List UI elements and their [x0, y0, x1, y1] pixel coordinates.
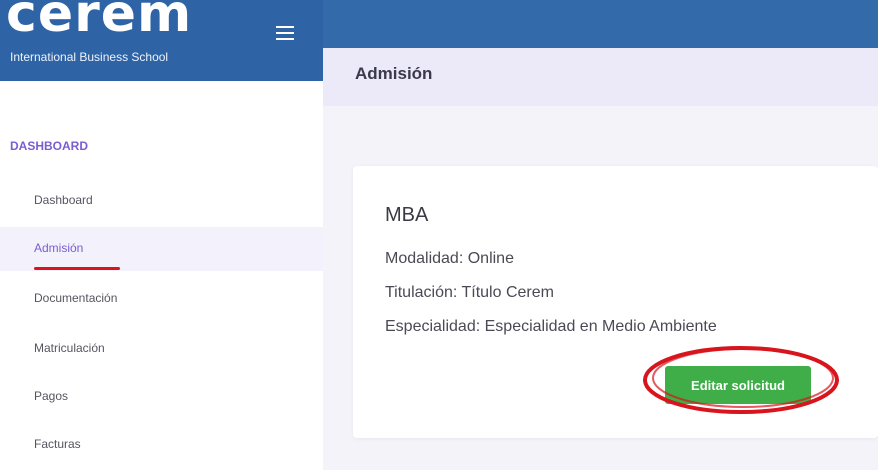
page-title: Admisión [355, 64, 433, 83]
logo-tagline: International Business School [10, 50, 169, 64]
sidebar-item-label: Dashboard [34, 193, 93, 207]
sidebar-item-label: Matriculación [34, 341, 105, 355]
sidebar-item-admision[interactable]: Admisión [0, 227, 323, 271]
sidebar-section-title: DASHBOARD [10, 139, 88, 153]
especialidad-text: Especialidad: Especialidad en Medio Ambi… [385, 318, 717, 335]
sidebar-item-facturas[interactable]: Facturas [0, 423, 323, 467]
page-header: Admisión [323, 48, 878, 106]
program-card: MBA Modalidad: Online Titulación: Título… [353, 166, 878, 438]
annotation-underline [34, 267, 120, 270]
sidebar: DASHBOARD Dashboard Admisión Documentaci… [0, 81, 323, 470]
main-content: MBA Modalidad: Online Titulación: Título… [323, 106, 878, 470]
sidebar-item-documentacion[interactable]: Documentación [0, 277, 323, 321]
program-title: MBA [385, 204, 429, 226]
modalidad-text: Modalidad: Online [385, 250, 514, 267]
hamburger-icon[interactable] [276, 26, 294, 40]
sidebar-item-pagos[interactable]: Pagos [0, 375, 323, 419]
sidebar-item-matriculacion[interactable]: Matriculación [0, 327, 323, 371]
titulacion-text: Titulación: Título Cerem [385, 284, 554, 301]
sidebar-item-label: Documentación [34, 291, 118, 305]
brand-logo[interactable]: cerem [0, 0, 323, 48]
sidebar-item-dashboard[interactable]: Dashboard [0, 179, 323, 223]
sidebar-item-label: Facturas [34, 437, 81, 451]
sidebar-item-label: Admisión [34, 241, 84, 255]
sidebar-item-label: Pagos [34, 389, 69, 403]
logo-wordmark: cerem [6, 0, 193, 44]
edit-application-button[interactable]: Editar solicitud [665, 366, 811, 404]
